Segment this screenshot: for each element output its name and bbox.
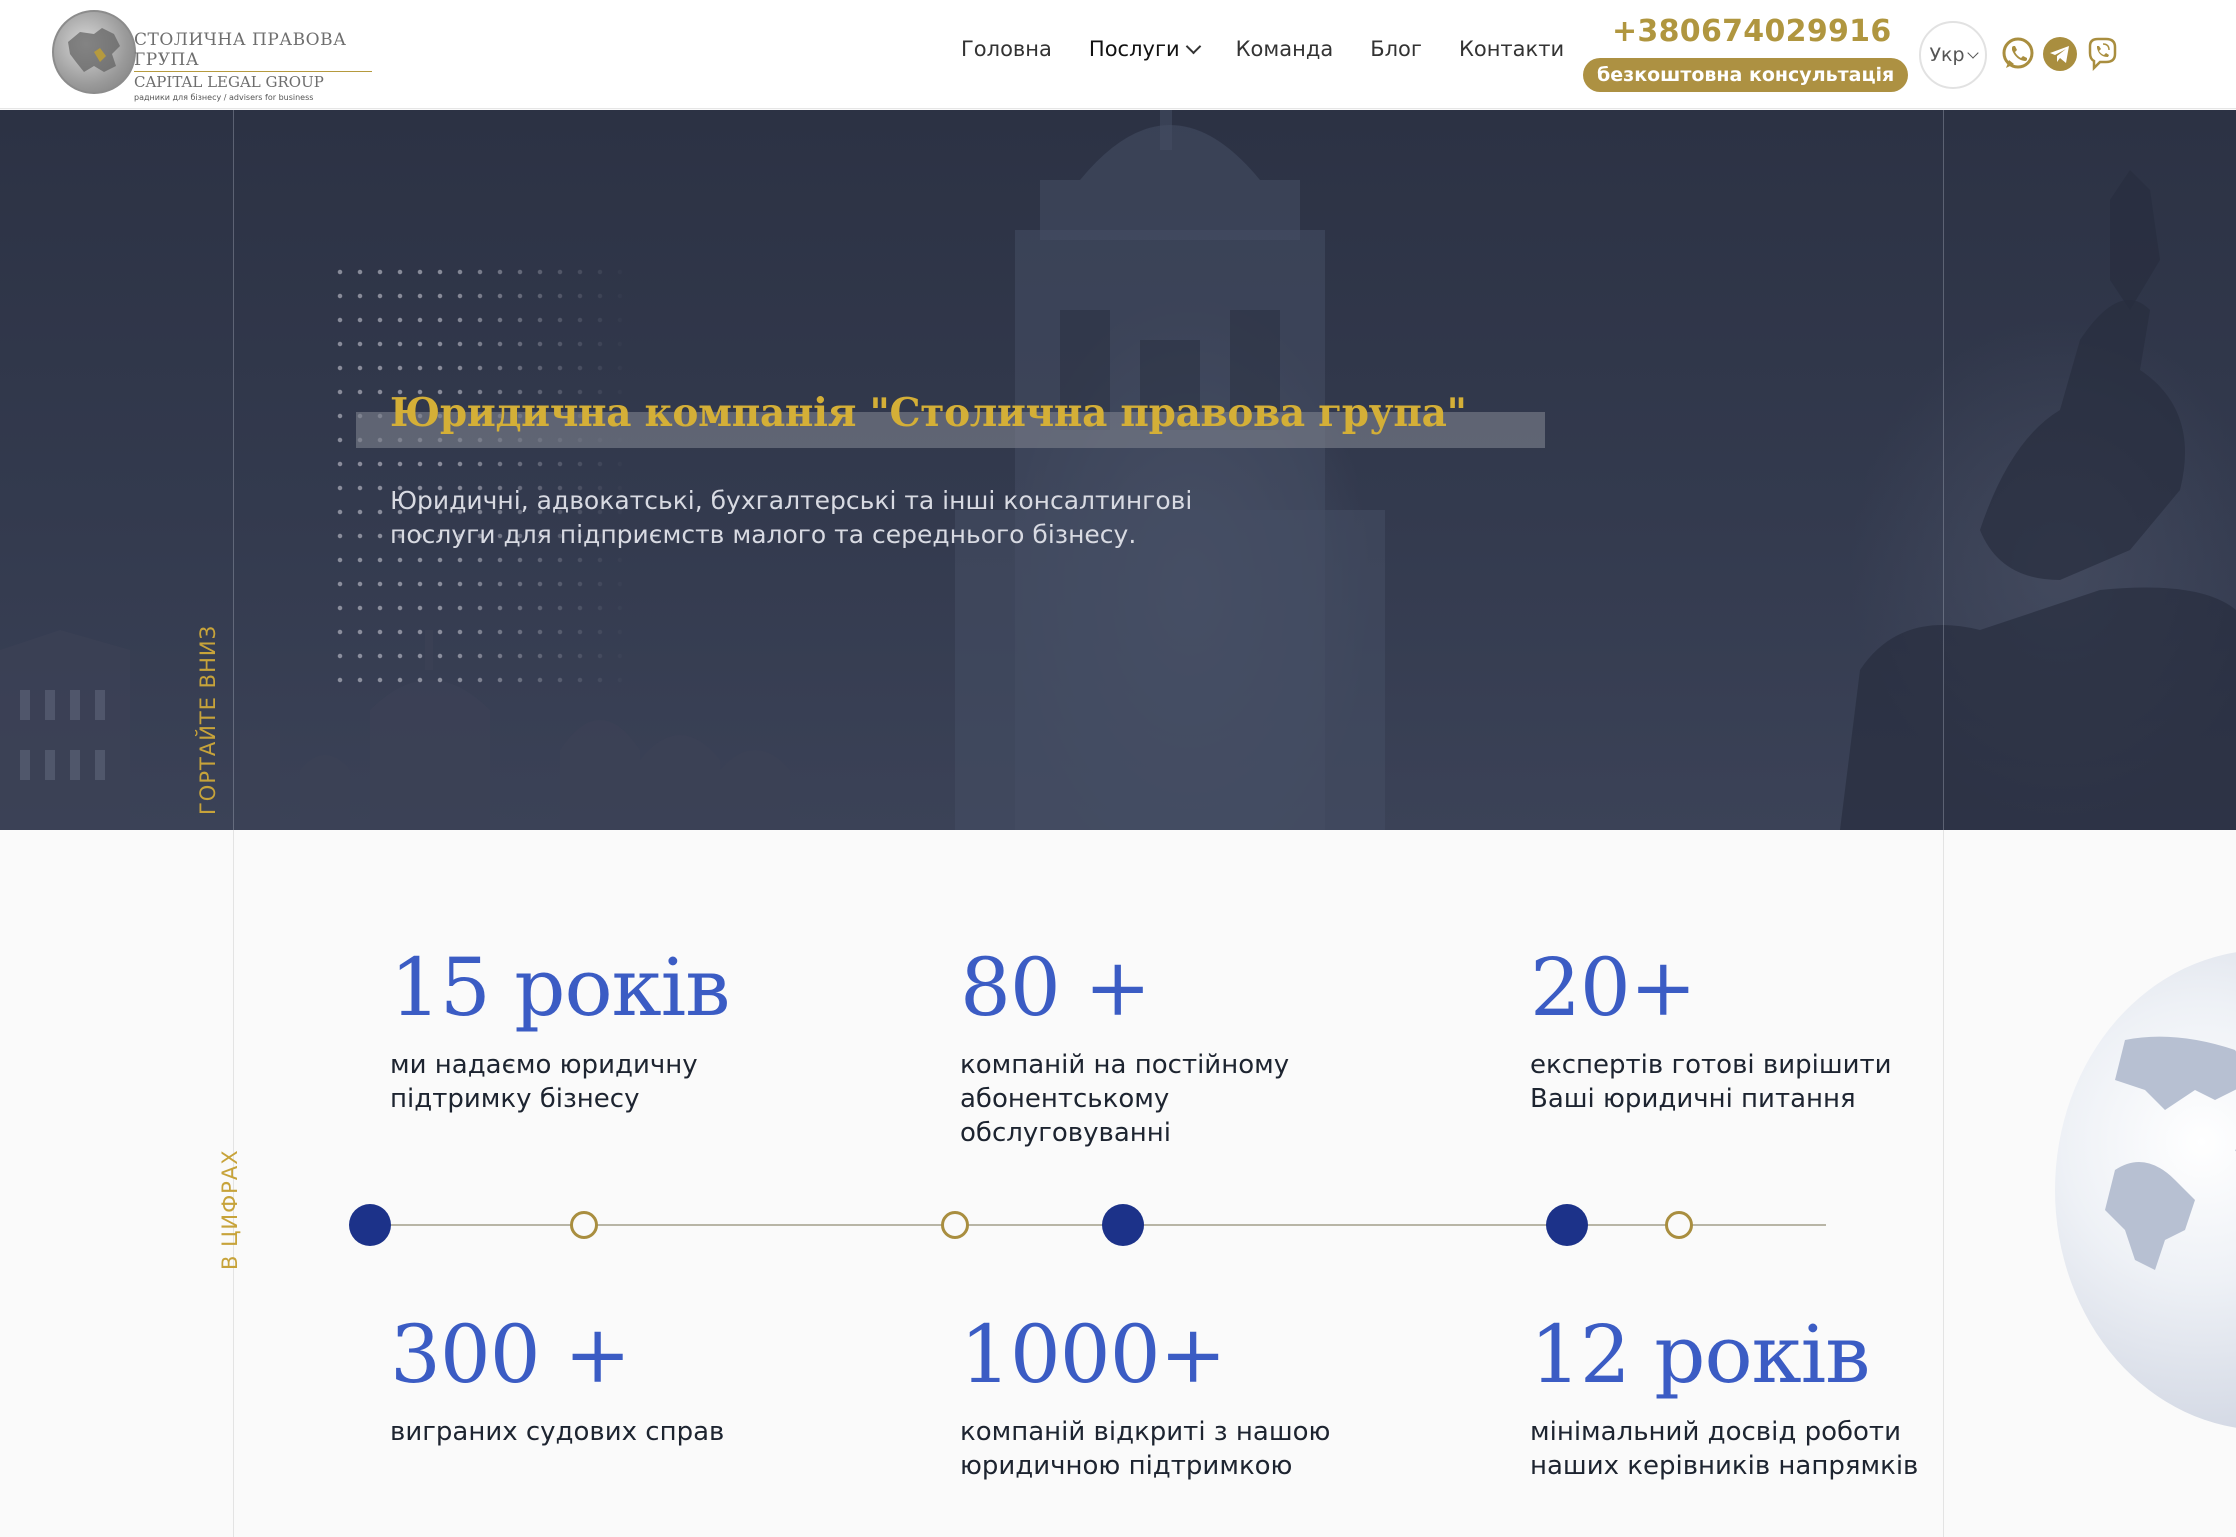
timeline-ring <box>941 1211 969 1239</box>
nav-team[interactable]: Команда <box>1236 37 1334 61</box>
decorative-dots <box>330 260 630 700</box>
site-header: СТОЛИЧНА ПРАВОВА ГРУПА CAPITAL LEGAL GRO… <box>0 0 2236 109</box>
viber-icon[interactable] <box>2084 36 2120 72</box>
scroll-down-label[interactable]: ГОРТАЙТЕ ВНИЗ <box>196 625 220 815</box>
stat-number: 300 + <box>390 1308 631 1401</box>
phone-link[interactable]: +380674029916 <box>1612 14 1892 49</box>
nav-home[interactable]: Головна <box>961 37 1052 61</box>
hero-section: Юридична компанія "Столична правова груп… <box>0 110 2236 830</box>
chevron-down-icon <box>1185 38 1201 54</box>
stat-number: 80 + <box>960 941 1151 1034</box>
nav-contacts[interactable]: Контакти <box>1459 37 1564 61</box>
stat-description: компаній на постійному абонентському обс… <box>960 1050 1290 1148</box>
stat-number: 15 років <box>390 941 730 1034</box>
stat-description: виграних судових справ <box>390 1417 725 1447</box>
stat-item: 12 років мінімальний досвід роботи наших… <box>1530 1315 1950 1483</box>
stat-description: компаній відкриті з нашою юридичною підт… <box>960 1417 1331 1481</box>
stats-section: В ЦИФРАХ 15 років ми надаємо юридичну пі… <box>0 830 2236 1537</box>
nav-blog[interactable]: Блог <box>1370 37 1422 61</box>
chevron-down-icon <box>1966 47 1979 59</box>
stat-item: 20+ експертів готові вирішити Ваші юриди… <box>1530 948 1920 1116</box>
language-selector[interactable]: Укр <box>1919 21 1987 89</box>
hero-subtitle: Юридичні, адвокатські, бухгалтерські та … <box>390 486 1193 549</box>
stat-item: 80 + компаній на постійному абонентськом… <box>960 948 1320 1150</box>
section-label-in-numbers: В ЦИФРАХ <box>218 1149 242 1270</box>
stat-number: 20+ <box>1530 941 1697 1034</box>
company-logo[interactable]: СТОЛИЧНА ПРАВОВА ГРУПА CAPITAL LEGAL GRO… <box>52 10 372 102</box>
stat-description: ми надаємо юридичну підтримку бізнесу <box>390 1050 698 1114</box>
stat-number: 12 років <box>1530 1308 1870 1401</box>
main-nav: Головна Послуги Команда Блог Контакти <box>961 37 1601 61</box>
logo-tagline: радники для бізнесу / advisers for busin… <box>134 93 314 102</box>
timeline-dot <box>1102 1204 1144 1246</box>
logo-line-en: CAPITAL LEGAL GROUP <box>134 73 324 91</box>
stat-item: 15 років ми надаємо юридичну підтримку б… <box>390 941 730 1116</box>
logo-globe-icon <box>52 10 136 94</box>
nav-services[interactable]: Послуги <box>1088 37 1201 61</box>
stat-item: 1000+ компаній відкриті з нашою юридично… <box>960 1315 1360 1483</box>
timeline-ring <box>1665 1211 1693 1239</box>
stat-description: мінімальний досвід роботи наших керівник… <box>1530 1417 1919 1481</box>
hero-divider-right <box>1943 110 1944 830</box>
whatsapp-icon[interactable] <box>2000 36 2036 72</box>
stat-number: 1000+ <box>960 1308 1227 1401</box>
logo-line-ua: СТОЛИЧНА ПРАВОВА ГРУПА <box>134 30 372 72</box>
hero-divider-left <box>233 110 234 830</box>
timeline-dot <box>349 1204 391 1246</box>
language-label: Укр <box>1929 44 1965 66</box>
telegram-icon[interactable] <box>2042 36 2078 72</box>
timeline-dot <box>1546 1204 1588 1246</box>
stat-description: експертів готові вирішити Ваші юридичні … <box>1530 1050 1892 1114</box>
timeline-ring <box>570 1211 598 1239</box>
hero-title: Юридична компанія "Столична правова груп… <box>390 390 1467 436</box>
stat-item: 300 + виграних судових справ <box>390 1315 850 1449</box>
nav-services-label: Послуги <box>1088 37 1180 61</box>
logo-text: СТОЛИЧНА ПРАВОВА ГРУПА CAPITAL LEGAL GRO… <box>134 30 372 102</box>
free-consultation-button[interactable]: безкоштовна консультація <box>1583 58 1909 92</box>
globe-continents-image <box>2105 1036 2236 1270</box>
